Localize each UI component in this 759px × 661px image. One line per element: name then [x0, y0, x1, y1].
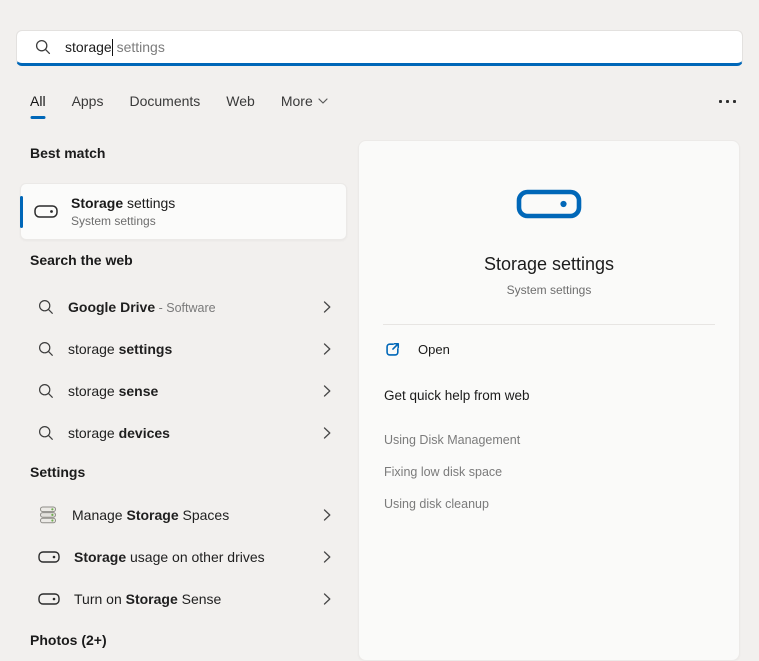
- storage-drive-icon: [516, 189, 582, 219]
- chevron-right-icon: [323, 343, 331, 355]
- tab-label: More: [281, 93, 313, 109]
- search-typed-text: storage: [65, 39, 112, 55]
- preview-subtitle: System settings: [359, 283, 739, 297]
- tab-all[interactable]: All: [30, 93, 46, 121]
- tab-more[interactable]: More: [281, 93, 328, 121]
- quick-help-link[interactable]: Fixing low disk space: [384, 456, 520, 488]
- web-suggestion-row[interactable]: storage sense: [20, 370, 347, 412]
- divider: [383, 324, 715, 325]
- quick-help-links: Using Disk ManagementFixing low disk spa…: [384, 424, 520, 520]
- web-suggestion-row[interactable]: Google Drive - Software: [20, 286, 347, 328]
- row-label: Turn on Storage Sense: [74, 591, 221, 607]
- drive-icon: [38, 551, 60, 563]
- web-suggestion-row[interactable]: storage settings: [20, 328, 347, 370]
- settings-result-row[interactable]: Manage Storage Spaces: [20, 494, 347, 536]
- more-options-button[interactable]: [715, 96, 740, 107]
- search-icon: [35, 39, 51, 55]
- best-match-title: Storage settings: [71, 195, 175, 211]
- storage-spaces-icon: [38, 505, 58, 525]
- active-tab-indicator: [30, 116, 45, 119]
- open-external-icon: [384, 341, 401, 358]
- quick-help-link[interactable]: Using disk cleanup: [384, 488, 520, 520]
- row-label: storage devices: [68, 425, 170, 441]
- row-label: Manage Storage Spaces: [72, 507, 229, 523]
- tab-apps[interactable]: Apps: [72, 93, 104, 121]
- selection-indicator: [20, 196, 23, 228]
- chevron-down-icon: [318, 98, 328, 104]
- chevron-right-icon: [323, 427, 331, 439]
- search-icon: [38, 299, 54, 315]
- search-the-web-header: Search the web: [30, 252, 133, 268]
- web-suggestion-row[interactable]: storage devices: [20, 412, 347, 454]
- best-match-subtitle: System settings: [71, 214, 175, 228]
- search-suggestion-text: settings: [113, 39, 165, 55]
- settings-result-row[interactable]: Turn on Storage Sense: [20, 578, 347, 620]
- drive-icon: [34, 205, 58, 218]
- chevron-right-icon: [323, 509, 331, 521]
- tab-label: All: [30, 93, 46, 109]
- chevron-right-icon: [323, 385, 331, 397]
- best-match-result[interactable]: Storage settings System settings: [20, 183, 347, 240]
- open-label: Open: [418, 342, 450, 357]
- tab-label: Apps: [72, 93, 104, 109]
- row-label: storage sense: [68, 383, 158, 399]
- open-action[interactable]: Open: [384, 341, 450, 358]
- tab-web[interactable]: Web: [226, 93, 255, 121]
- row-label: Storage usage on other drives: [74, 549, 265, 565]
- tab-label: Web: [226, 93, 255, 109]
- chevron-right-icon: [323, 551, 331, 563]
- preview-title: Storage settings: [359, 254, 739, 275]
- photos-header: Photos (2+): [30, 632, 107, 648]
- quick-help-header: Get quick help from web: [384, 388, 530, 403]
- settings-results-list: Manage Storage Spaces Storage usage on o…: [20, 494, 347, 620]
- tab-label: Documents: [129, 93, 200, 109]
- web-suggestions-list: Google Drive - Software storage settings…: [20, 286, 347, 454]
- row-label: Google Drive - Software: [68, 299, 216, 315]
- search-icon: [38, 425, 54, 441]
- preview-panel: Storage settings System settings Open Ge…: [358, 140, 740, 661]
- quick-help-link[interactable]: Using Disk Management: [384, 424, 520, 456]
- settings-header: Settings: [30, 464, 85, 480]
- chevron-right-icon: [323, 301, 331, 313]
- search-icon: [38, 341, 54, 357]
- search-input[interactable]: storage settings: [16, 30, 743, 66]
- search-icon: [38, 383, 54, 399]
- chevron-right-icon: [323, 593, 331, 605]
- row-label: storage settings: [68, 341, 172, 357]
- search-filter-tabs: All Apps Documents Web More: [30, 93, 328, 121]
- best-match-header: Best match: [30, 145, 105, 161]
- settings-result-row[interactable]: Storage usage on other drives: [20, 536, 347, 578]
- drive-icon: [38, 593, 60, 605]
- tab-documents[interactable]: Documents: [129, 93, 200, 121]
